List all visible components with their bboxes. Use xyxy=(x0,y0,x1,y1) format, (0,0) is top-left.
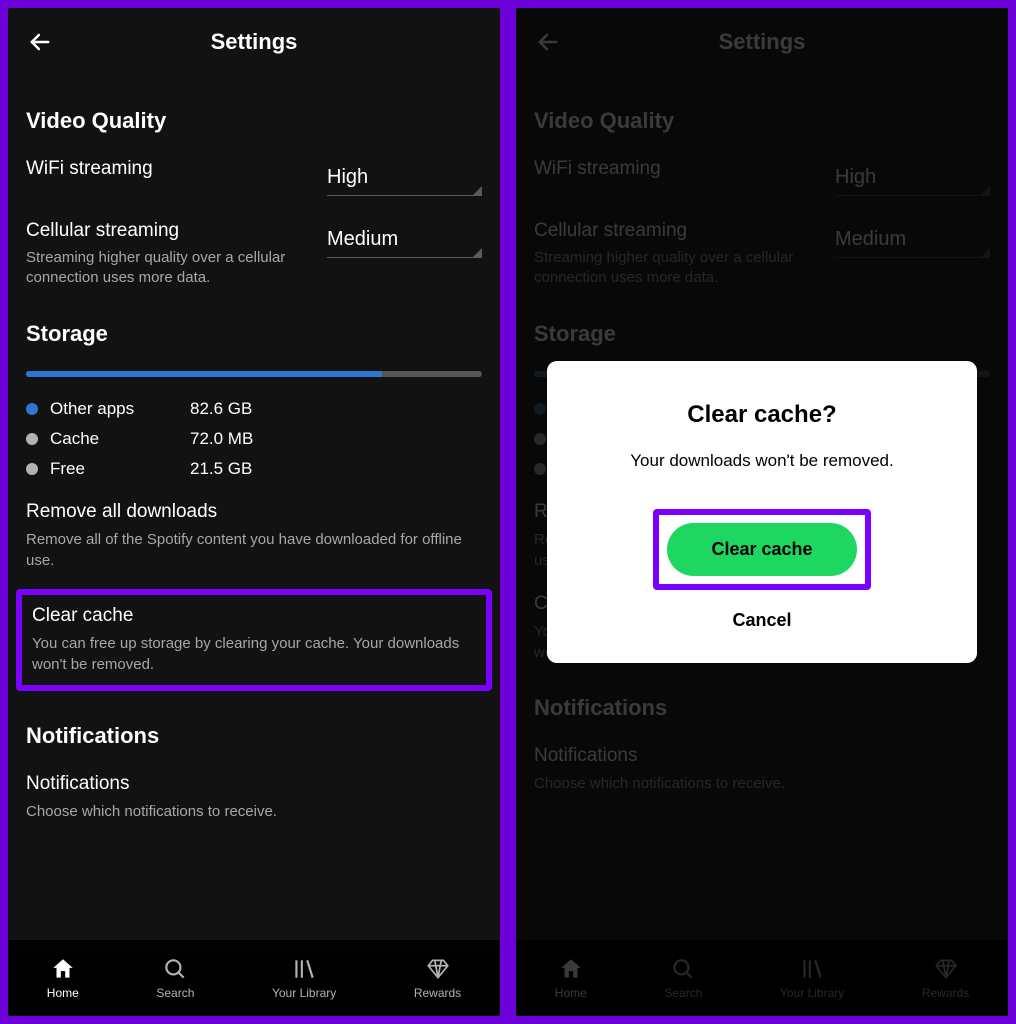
remove-downloads-item[interactable]: Remove all downloads Remove all of the S… xyxy=(26,501,482,571)
dialog-subtitle: Your downloads won't be removed. xyxy=(577,451,947,471)
legend-dot-icon xyxy=(26,403,38,415)
legend-dot-icon xyxy=(26,463,38,475)
cellular-streaming-select[interactable]: Medium xyxy=(327,220,482,258)
page-title: Settings xyxy=(26,29,482,55)
legend-row-free: Free 21.5 GB xyxy=(26,459,482,479)
rewards-icon xyxy=(425,956,451,982)
wifi-streaming-select[interactable]: High xyxy=(327,158,482,196)
nav-rewards[interactable]: Rewards xyxy=(414,956,461,1000)
clear-cache-highlight: Clear cache xyxy=(653,509,870,590)
search-icon xyxy=(162,956,188,982)
legend-row-cache: Cache 72.0 MB xyxy=(26,429,482,449)
wifi-streaming-label: WiFi streaming xyxy=(26,158,327,180)
nav-search[interactable]: Search xyxy=(156,956,194,1000)
app-header: Settings xyxy=(26,8,482,76)
back-icon[interactable] xyxy=(26,28,54,56)
bottom-nav: Home Search Your Library Rewards xyxy=(8,940,500,1016)
screenshot-left: Settings Video Quality WiFi streaming Hi… xyxy=(5,5,503,1019)
nav-home[interactable]: Home xyxy=(47,956,79,1000)
legend-row-other-apps: Other apps 82.6 GB xyxy=(26,399,482,419)
home-icon xyxy=(50,956,76,982)
dropdown-caret-icon xyxy=(472,186,482,196)
section-storage: Storage xyxy=(26,321,482,347)
storage-bar xyxy=(26,371,482,377)
clear-cache-item[interactable]: Clear cache You can free up storage by c… xyxy=(16,589,492,691)
cellular-streaming-label: Cellular streaming xyxy=(26,220,327,242)
library-icon xyxy=(291,956,317,982)
cancel-button[interactable]: Cancel xyxy=(577,610,947,631)
cellular-streaming-desc: Streaming higher quality over a cellular… xyxy=(26,248,286,289)
wifi-streaming-value: High xyxy=(327,166,482,195)
dropdown-caret-icon xyxy=(472,248,482,258)
clear-cache-dialog: Clear cache? Your downloads won't be rem… xyxy=(547,361,977,663)
cellular-streaming-value: Medium xyxy=(327,228,482,257)
nav-library[interactable]: Your Library xyxy=(272,956,336,1000)
clear-cache-button[interactable]: Clear cache xyxy=(667,523,856,576)
storage-bar-fill xyxy=(26,371,382,377)
screenshot-right: Settings Video Quality WiFi streaming Hi… xyxy=(513,5,1011,1019)
dialog-title: Clear cache? xyxy=(577,401,947,429)
legend-dot-icon xyxy=(26,433,38,445)
storage-legend: Other apps 82.6 GB Cache 72.0 MB Free 21… xyxy=(26,399,482,479)
section-notifications: Notifications xyxy=(26,723,482,749)
notifications-item[interactable]: Notifications Choose which notifications… xyxy=(26,773,482,822)
section-video-quality: Video Quality xyxy=(26,108,482,134)
